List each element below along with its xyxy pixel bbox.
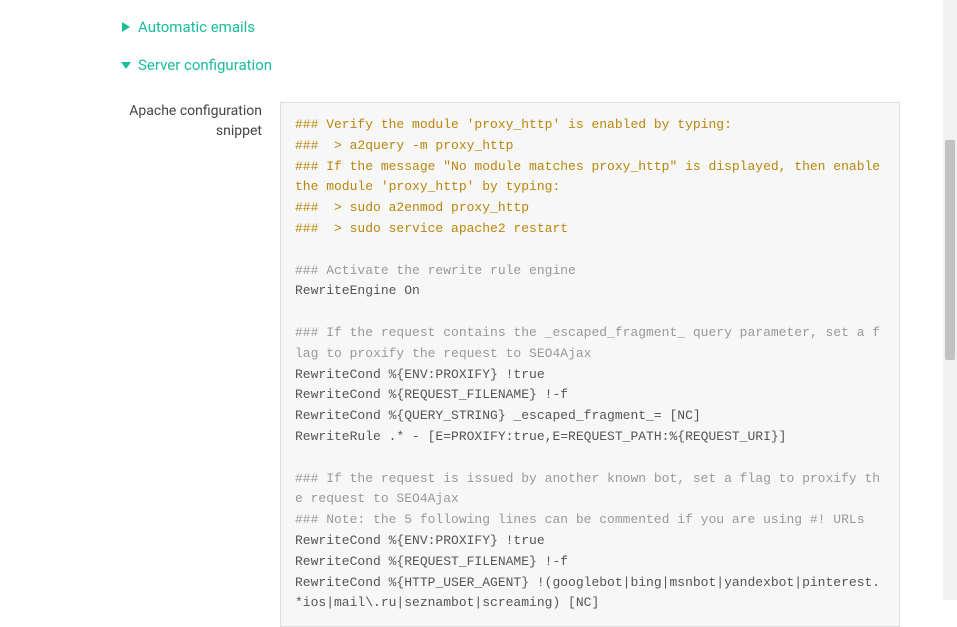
play-right-icon bbox=[120, 21, 132, 33]
accordion-automatic-emails[interactable]: Automatic emails bbox=[120, 8, 957, 46]
apache-config-row: Apache configuration snippet ### Verify … bbox=[120, 102, 957, 627]
content-wrapper: Automatic emails Server configuration Ap… bbox=[0, 0, 957, 627]
triangle-down-icon bbox=[120, 59, 132, 71]
code-comment: ### If the message "No module matches pr… bbox=[295, 159, 888, 195]
code-comment: ### If the request is issued by another … bbox=[295, 471, 880, 507]
code-comment: ### > a2query -m proxy_http bbox=[295, 138, 513, 153]
code-comment: ### Activate the rewrite rule engine bbox=[295, 263, 576, 278]
code-line: RewriteCond %{ENV:PROXIFY} !true bbox=[295, 533, 545, 548]
code-comment: ### > sudo service apache2 restart bbox=[295, 221, 568, 236]
code-line: RewriteCond %{REQUEST_FILENAME} !-f bbox=[295, 387, 568, 402]
apache-config-label: Apache configuration snippet bbox=[120, 102, 280, 141]
code-line: RewriteRule .* - [E=PROXIFY:true,E=REQUE… bbox=[295, 429, 786, 444]
accordion-server-configuration[interactable]: Server configuration bbox=[120, 46, 957, 84]
code-comment: ### > sudo a2enmod proxy_http bbox=[295, 200, 529, 215]
code-line: RewriteCond %{QUERY_STRING} _escaped_fra… bbox=[295, 408, 701, 423]
code-comment: ### If the request contains the _escaped… bbox=[295, 325, 880, 361]
code-line: RewriteCond %{REQUEST_FILENAME} !-f bbox=[295, 554, 568, 569]
code-line: RewriteEngine On bbox=[295, 283, 420, 298]
apache-config-snippet[interactable]: ### Verify the module 'proxy_http' is en… bbox=[280, 102, 900, 627]
code-comment: ### Note: the 5 following lines can be c… bbox=[295, 512, 865, 527]
accordion-label: Automatic emails bbox=[138, 18, 255, 36]
scrollbar-track[interactable] bbox=[943, 0, 957, 600]
accordion-label: Server configuration bbox=[138, 56, 272, 74]
scrollbar-thumb[interactable] bbox=[945, 140, 955, 360]
code-comment: ### Verify the module 'proxy_http' is en… bbox=[295, 117, 732, 132]
code-line: RewriteCond %{ENV:PROXIFY} !true bbox=[295, 367, 545, 382]
code-line: RewriteCond %{HTTP_USER_AGENT} !(googleb… bbox=[295, 575, 880, 611]
